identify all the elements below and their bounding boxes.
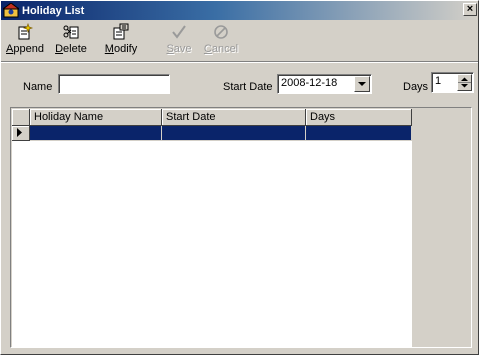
delete-label: Delete: [55, 43, 87, 55]
column-header-holiday-name[interactable]: Holiday Name: [30, 109, 162, 126]
grid-body: Holiday Name Start Date Days: [12, 109, 412, 141]
name-label: Name: [23, 81, 53, 93]
cancel-label: Cancel: [203, 43, 239, 55]
row-indicator: [12, 126, 30, 141]
toolbar: Append Delete Modify Save Cancel: [1, 21, 478, 59]
column-header-start-date[interactable]: Start Date: [162, 109, 306, 126]
chevron-down-icon: [358, 82, 366, 86]
modify-button[interactable]: Modify: [99, 21, 143, 59]
window-title: Holiday List: [22, 4, 85, 17]
cancel-button[interactable]: Cancel: [201, 21, 241, 59]
holiday-list-window: Holiday List × Append Delete Modify Save…: [0, 0, 479, 355]
grid-empty-area: [12, 141, 412, 347]
append-button[interactable]: Append: [5, 21, 45, 59]
save-label: Save: [166, 43, 192, 55]
append-label: Append: [6, 43, 44, 55]
close-button[interactable]: ×: [463, 3, 477, 16]
cell-holiday-name[interactable]: [30, 126, 162, 141]
start-date-picker[interactable]: 2008-12-18: [277, 74, 372, 94]
spin-arrows-icon: [458, 77, 471, 88]
holiday-grid[interactable]: Holiday Name Start Date Days: [10, 107, 472, 348]
save-button[interactable]: Save: [163, 21, 195, 59]
cell-start-date[interactable]: [162, 126, 306, 141]
delete-button[interactable]: Delete: [51, 21, 91, 59]
name-input[interactable]: [58, 74, 170, 94]
close-icon: ×: [466, 3, 474, 15]
dropdown-button[interactable]: [354, 76, 370, 92]
title-bar[interactable]: Holiday List ×: [1, 1, 478, 20]
days-stepper[interactable]: 1: [431, 72, 474, 93]
start-date-label: Start Date: [223, 81, 273, 93]
grid-corner: [12, 109, 30, 126]
delete-icon: [62, 21, 80, 41]
days-value: 1: [435, 75, 442, 87]
days-label: Days: [403, 81, 429, 93]
spin-buttons[interactable]: [457, 74, 472, 91]
table-row[interactable]: [12, 126, 412, 141]
current-row-arrow-icon: [17, 128, 22, 137]
app-icon: [1, 2, 21, 18]
checkmark-icon: [170, 21, 188, 41]
cell-days[interactable]: [306, 126, 412, 141]
append-icon: [16, 21, 34, 41]
cancel-icon: [212, 21, 230, 41]
column-header-days[interactable]: Days: [306, 109, 412, 126]
modify-label: Modify: [104, 43, 138, 55]
toolbar-divider: [1, 61, 478, 63]
start-date-value: 2008-12-18: [281, 77, 338, 89]
modify-icon: [112, 21, 130, 41]
